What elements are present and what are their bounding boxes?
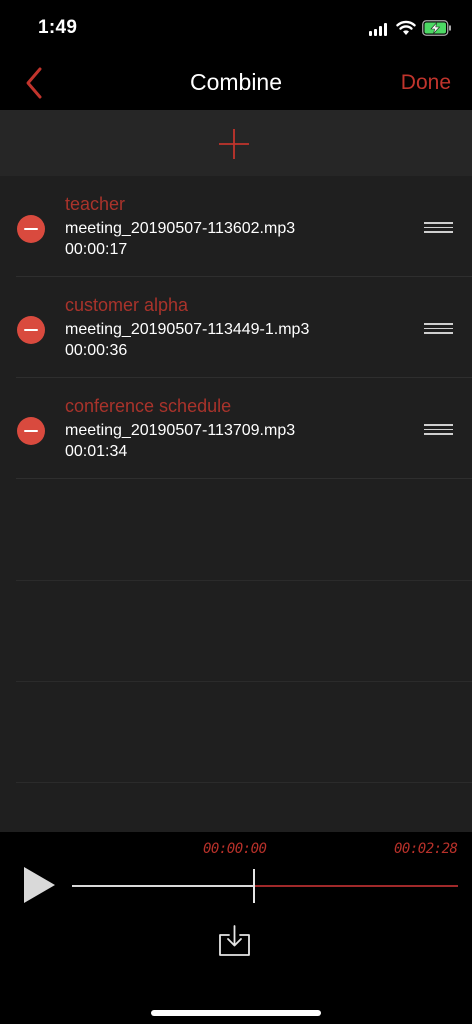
status-time: 1:49 [38, 17, 78, 38]
reorder-icon[interactable] [424, 424, 454, 436]
recording-filename: meeting_20190507-113449-1.mp3 [65, 321, 310, 338]
share-icon [219, 925, 250, 956]
divider [16, 782, 472, 783]
navigation-bar: Combine Done [0, 55, 472, 110]
play-button[interactable] [22, 866, 56, 904]
wifi-icon [396, 20, 416, 35]
divider [16, 478, 472, 479]
list-item[interactable]: conference schedule meeting_20190507-113… [0, 378, 472, 479]
divider [16, 580, 472, 581]
scrub-handle[interactable] [253, 869, 255, 903]
recording-title: conference schedule [65, 396, 232, 416]
status-bar: 1:49 [0, 0, 472, 60]
share-button[interactable] [218, 924, 251, 957]
recording-list: teacher meeting_20190507-113602.mp3 00:0… [0, 176, 472, 832]
player-bar: 00:00:00 00:02:28 [0, 832, 472, 1024]
reorder-icon[interactable] [424, 222, 454, 234]
total-time: 00:02:28 [394, 841, 458, 857]
play-icon [24, 867, 55, 903]
list-item[interactable]: teacher meeting_20190507-113602.mp3 00:0… [0, 176, 472, 277]
recording-title: customer alpha [65, 295, 189, 315]
done-button[interactable]: Done [401, 71, 451, 95]
minus-circle-icon[interactable] [17, 215, 45, 243]
played-progress [72, 885, 253, 887]
battery-charging-icon [422, 20, 451, 36]
recording-filename: meeting_20190507-113602.mp3 [65, 220, 296, 237]
remaining-progress [255, 885, 458, 887]
recording-title: teacher [65, 194, 126, 214]
reorder-icon[interactable] [424, 323, 454, 335]
plus-icon[interactable] [218, 128, 250, 160]
add-recording-row[interactable] [0, 110, 472, 176]
home-indicator [151, 1010, 321, 1016]
recording-filename: meeting_20190507-113709.mp3 [65, 422, 296, 439]
recording-duration: 00:00:36 [65, 342, 128, 359]
recording-duration: 00:00:17 [65, 241, 128, 258]
minus-circle-icon[interactable] [17, 316, 45, 344]
minus-circle-icon[interactable] [17, 417, 45, 445]
recording-duration: 00:01:34 [65, 443, 128, 460]
playback-scrubber[interactable] [72, 869, 458, 903]
list-item[interactable]: customer alpha meeting_20190507-113449-1… [0, 277, 472, 378]
current-time: 00:00:00 [203, 841, 267, 857]
cellular-signal-icon [369, 23, 389, 36]
divider [16, 681, 472, 682]
